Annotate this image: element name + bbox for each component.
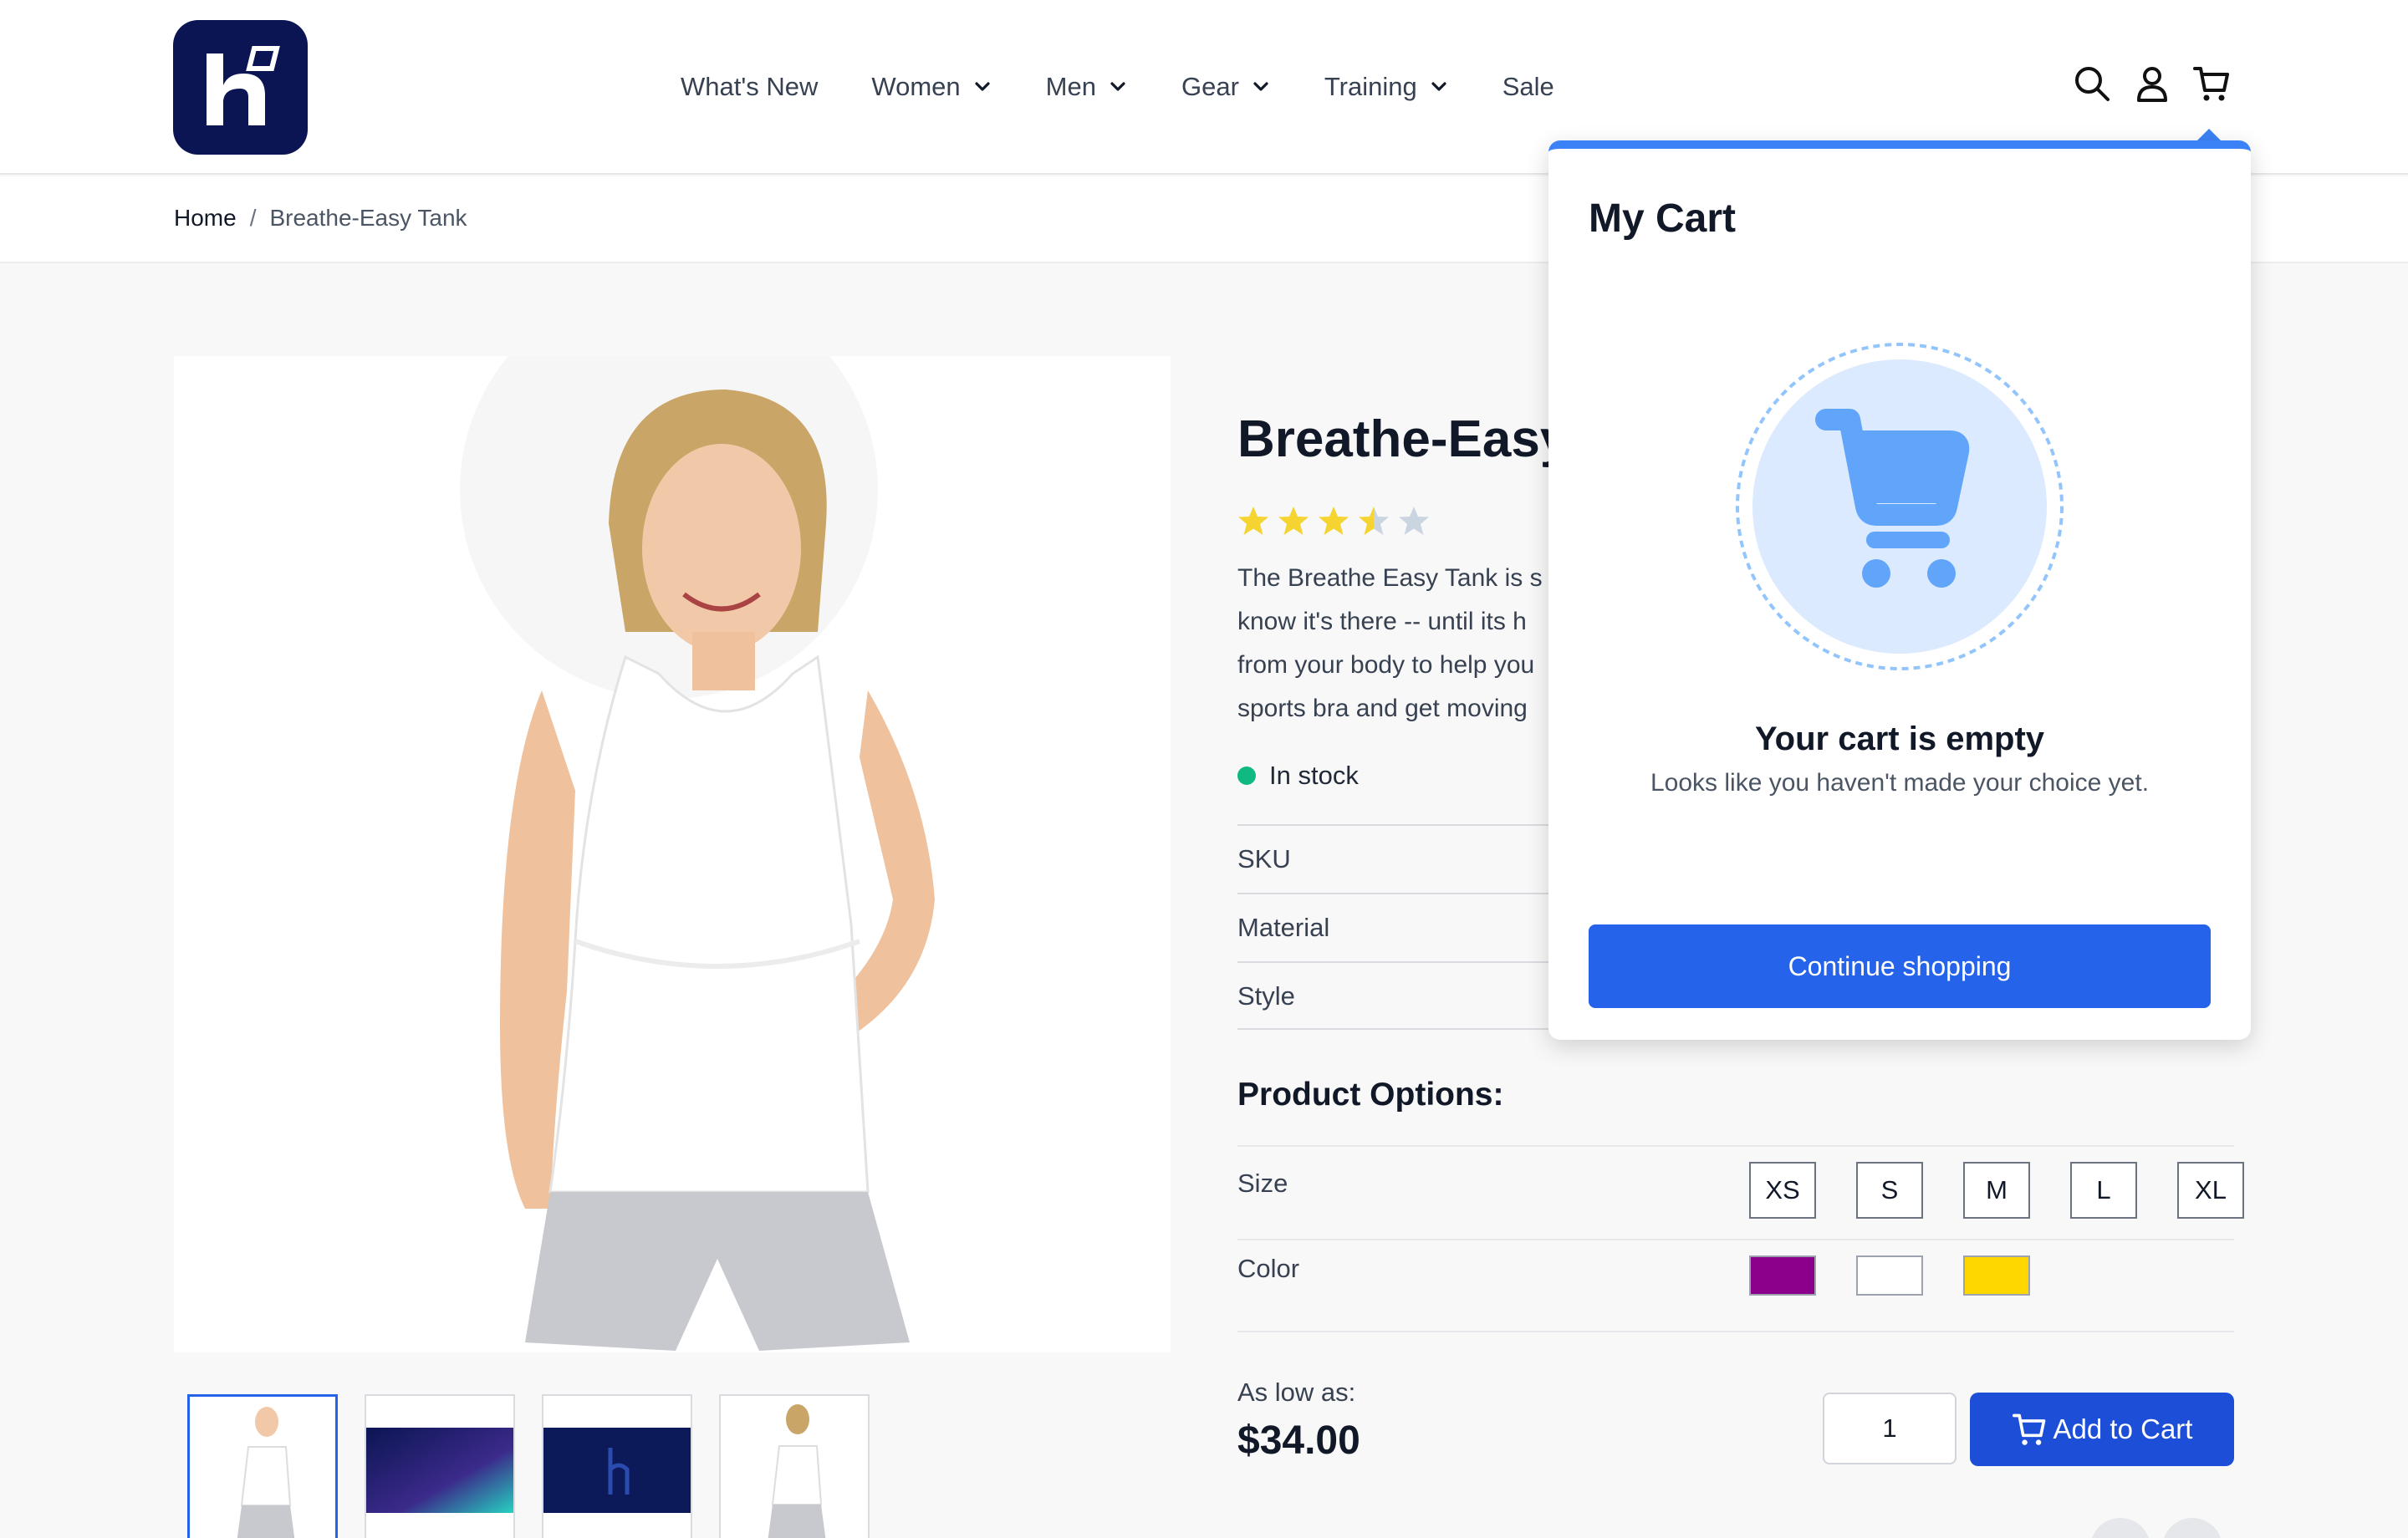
product-options-title: Product Options: <box>1237 1077 1504 1113</box>
cart-title: My Cart <box>1589 196 1737 241</box>
empty-cart-subtitle: Looks like you haven't made your choice … <box>1650 769 2150 797</box>
cart-icon[interactable] <box>2192 64 2232 104</box>
chevron-down-icon <box>1253 82 1268 91</box>
color-swatch-purple[interactable] <box>1749 1255 1816 1296</box>
carousel-next-button[interactable] <box>2162 1518 2222 1538</box>
nav-item-whats-new[interactable]: What's New <box>681 72 818 102</box>
cart-icon <box>2012 1413 2045 1445</box>
thumbnail-list <box>187 1394 896 1538</box>
star-full-icon <box>1278 507 1309 535</box>
star-full-icon <box>1319 507 1349 535</box>
size-s-button[interactable]: S <box>1856 1162 1923 1219</box>
rating-stars <box>1237 505 1438 537</box>
quantity-input[interactable] <box>1823 1393 1956 1464</box>
search-icon[interactable] <box>2072 64 2112 104</box>
breadcrumb-home[interactable]: Home <box>174 205 237 232</box>
thumbnail-3[interactable] <box>542 1394 692 1538</box>
product-main-image[interactable] <box>174 356 1171 1352</box>
thumbnail-2[interactable] <box>365 1394 515 1538</box>
continue-shopping-button[interactable]: Continue shopping <box>1589 924 2211 1008</box>
thumbnail-photo <box>721 1396 868 1538</box>
thumbnail-graphic <box>366 1396 513 1538</box>
product-title: Breathe-Easy <box>1237 410 1569 468</box>
options-divider <box>1237 1331 2234 1332</box>
breadcrumb: Home / Breathe-Easy Tank <box>174 205 467 232</box>
size-l-button[interactable]: L <box>2070 1162 2137 1219</box>
star-half-icon <box>1359 507 1389 535</box>
price-label: As low as: <box>1237 1378 1356 1407</box>
color-label: Color <box>1237 1254 1300 1283</box>
star-empty-icon <box>1399 507 1429 535</box>
size-m-button[interactable]: M <box>1963 1162 2030 1219</box>
empty-cart-title: Your cart is empty <box>1754 721 2045 757</box>
size-xl-button[interactable]: XL <box>2177 1162 2244 1219</box>
nav-item-women[interactable]: Women <box>871 72 992 102</box>
logo-icon <box>207 46 280 125</box>
color-swatch-white[interactable] <box>1856 1255 1923 1296</box>
chevron-down-icon <box>1110 82 1125 91</box>
user-icon[interactable] <box>2132 64 2172 104</box>
size-label: Size <box>1237 1169 1288 1198</box>
thumbnail-photo <box>190 1397 335 1538</box>
carousel-prev-button[interactable] <box>2090 1518 2150 1538</box>
breadcrumb-separator: / <box>249 205 257 231</box>
nav-item-men[interactable]: Men <box>1046 72 1128 102</box>
stock-status: In stock <box>1237 761 1359 791</box>
size-xs-button[interactable]: XS <box>1749 1162 1816 1219</box>
color-option-row: Color <box>1237 1239 2234 1331</box>
stock-dot-icon <box>1237 766 1256 785</box>
color-swatch-yellow[interactable] <box>1963 1255 2030 1296</box>
nav-item-training[interactable]: Training <box>1324 72 1449 102</box>
empty-cart-icon <box>1736 343 2064 670</box>
main-nav: What's New Women Men Gear Training Sale <box>681 65 1608 109</box>
cart-dropdown: My Cart Your cart is empty Looks like yo… <box>1548 140 2251 1040</box>
star-full-icon <box>1238 507 1268 535</box>
price-value: $34.00 <box>1237 1418 1360 1463</box>
add-to-cart-button[interactable]: Add to Cart <box>1970 1393 2234 1466</box>
nav-item-gear[interactable]: Gear <box>1181 72 1271 102</box>
product-photo <box>174 356 1171 1352</box>
breadcrumb-current: Breathe-Easy Tank <box>269 205 467 231</box>
header-actions <box>2072 64 2232 104</box>
size-option-row: Size XS S M L XL <box>1237 1145 2244 1239</box>
thumbnail-4[interactable] <box>719 1394 870 1538</box>
nav-item-sale[interactable]: Sale <box>1502 72 1554 102</box>
chevron-down-icon <box>975 82 990 91</box>
chevron-down-icon <box>1431 82 1446 91</box>
thumbnail-logo-graphic <box>543 1396 691 1538</box>
thumbnail-1[interactable] <box>187 1394 338 1538</box>
logo[interactable] <box>173 20 308 155</box>
